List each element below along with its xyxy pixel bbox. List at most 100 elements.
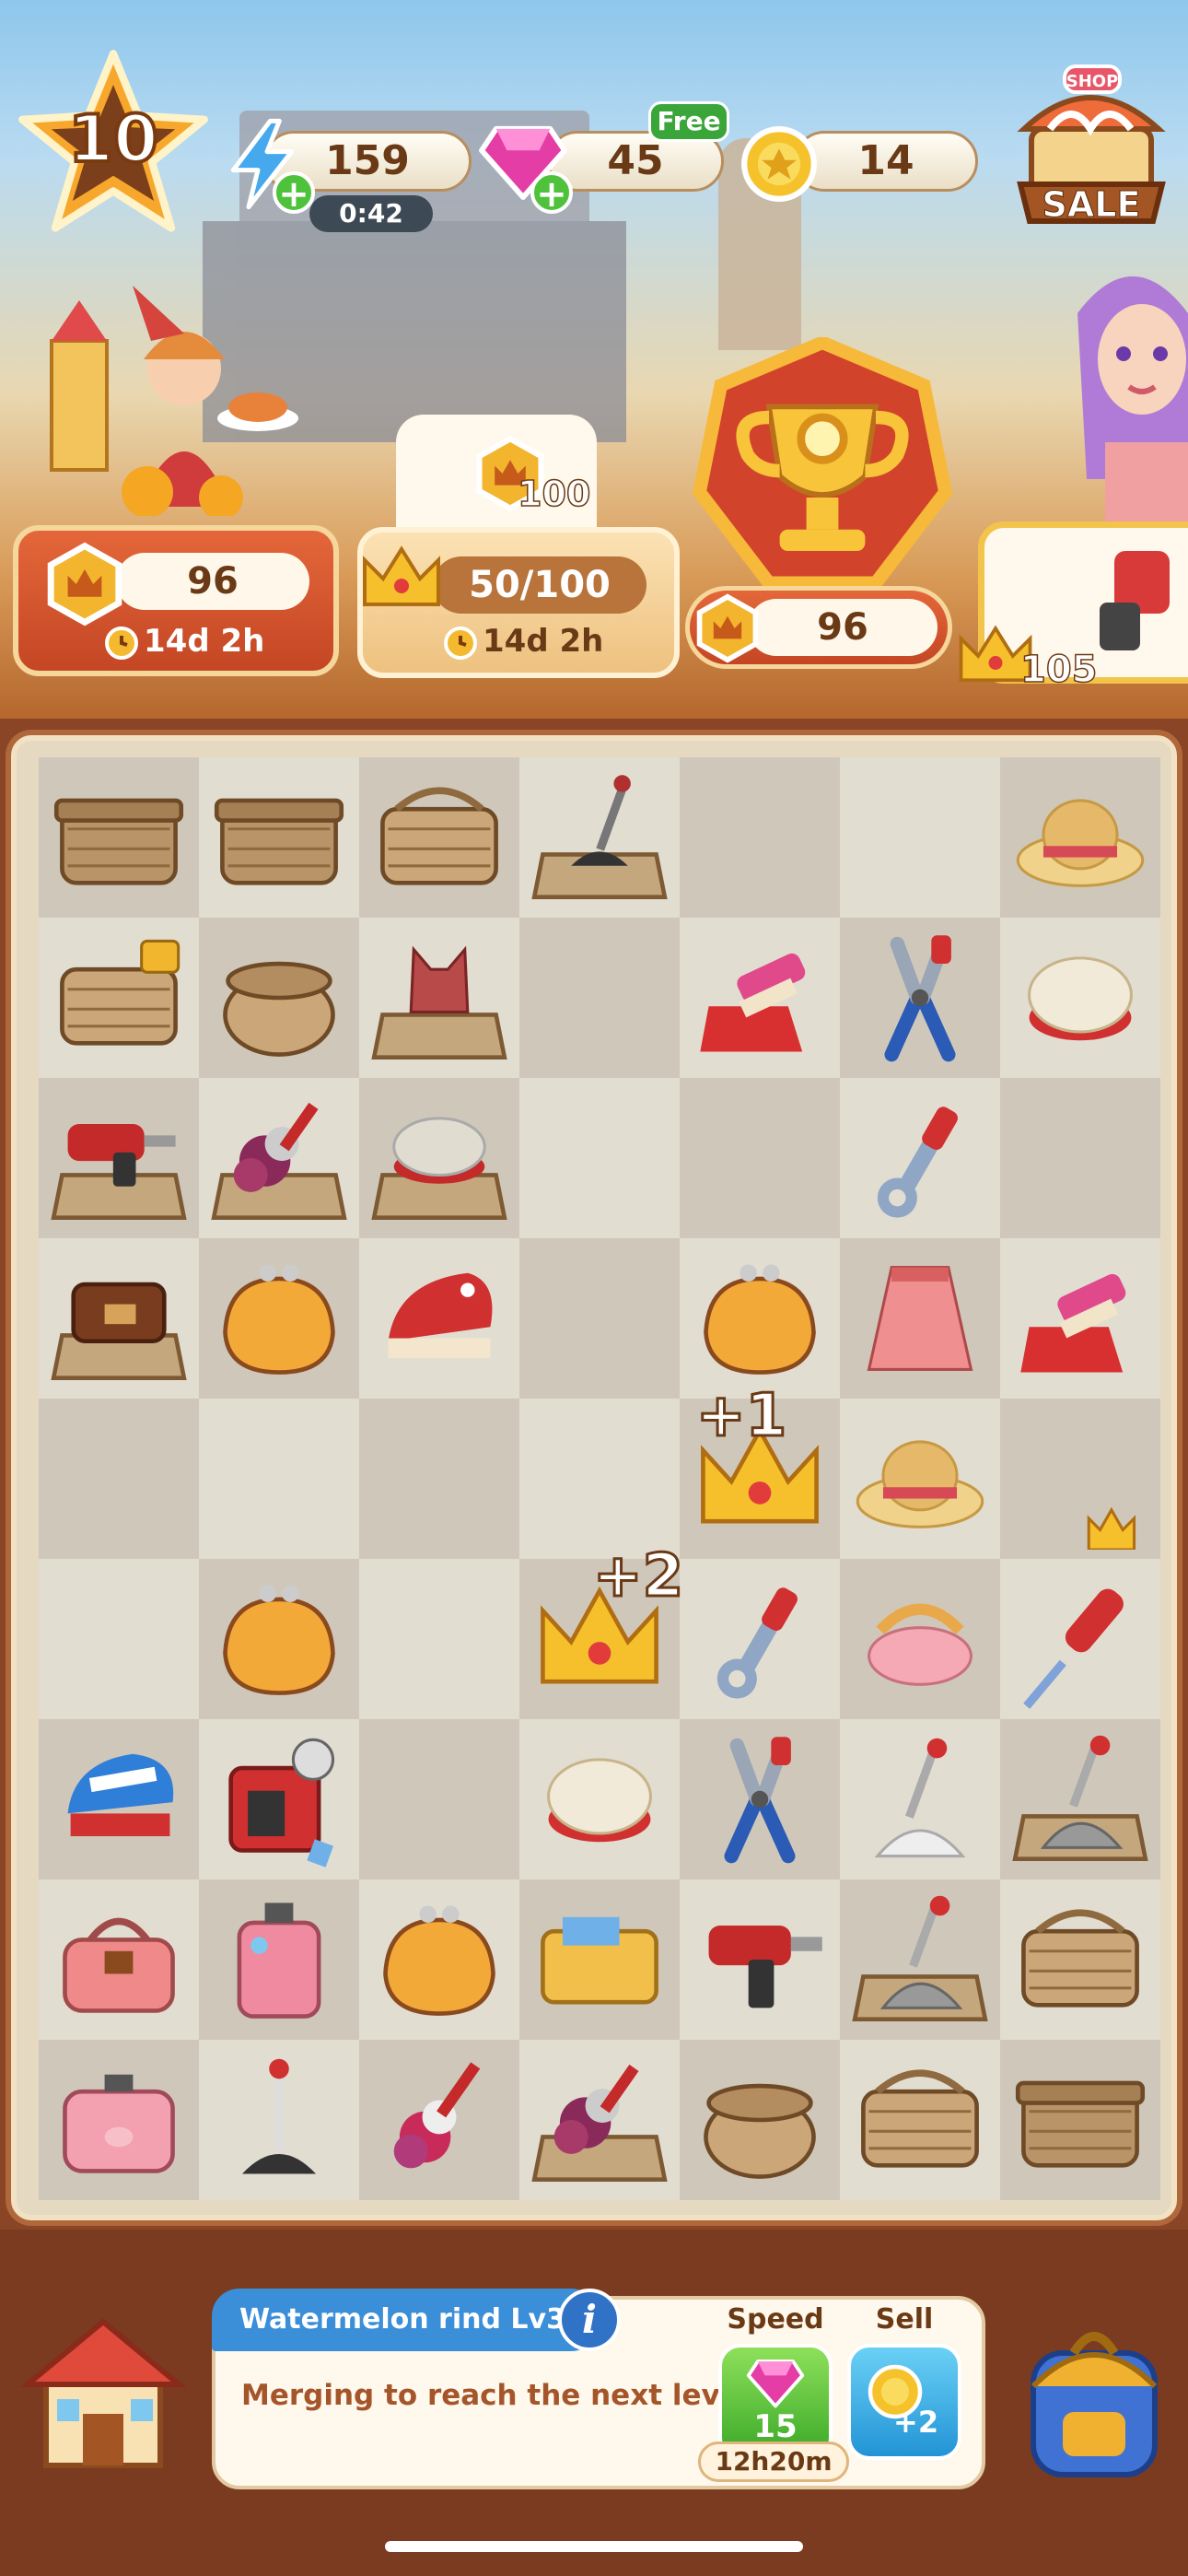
board-cell[interactable] [840,2040,1000,2200]
board-cell[interactable] [39,2040,199,2200]
board-cell[interactable] [519,1078,680,1238]
small-crown-icon[interactable] [1009,1408,1151,1550]
coin-purse-icon[interactable] [368,1889,510,2031]
coin-purse-icon[interactable] [689,1247,831,1389]
board-cell[interactable] [519,1879,680,2040]
wicker-basket-round-icon[interactable] [689,2049,831,2191]
board-cell[interactable] [680,1078,840,1238]
red-generator-icon[interactable] [208,1728,350,1870]
picnic-basket-closed-icon[interactable] [48,767,190,908]
board-cell[interactable] [680,1238,840,1399]
round-cake-icon[interactable] [1009,927,1151,1069]
board-cell[interactable] [1000,2040,1160,2200]
wicker-basket-icon[interactable] [849,2049,991,2191]
wrench-icon[interactable] [849,1087,991,1229]
power-drill-icon[interactable] [689,1889,831,2031]
swimsuit-on-mat-icon[interactable] [368,927,510,1069]
board-cell[interactable] [39,1719,199,1879]
board-cell[interactable] [39,1559,199,1719]
dustpan-brush-icon[interactable] [1009,1247,1151,1389]
power-drill-on-mat-icon[interactable] [48,1087,190,1229]
board-cell[interactable] [199,1559,359,1719]
board-cell[interactable] [519,918,680,1078]
wicker-basket-locked-icon[interactable] [48,927,190,1069]
board-cell[interactable] [680,1559,840,1719]
board-cell[interactable] [1000,1399,1160,1559]
board-cell[interactable] [1000,757,1160,918]
board-cell[interactable] [840,918,1000,1078]
mop-on-mat-icon[interactable] [849,1889,991,2031]
board-cell[interactable] [359,918,519,1078]
board-cell[interactable] [199,757,359,918]
add-gems-button[interactable]: + [530,171,573,214]
picnic-basket-closed-icon[interactable] [208,767,350,908]
straw-hat-icon[interactable] [849,1408,991,1550]
plunger-icon[interactable] [208,2049,350,2191]
board-cell[interactable] [359,1719,519,1879]
plunger-on-mat-icon[interactable] [529,767,670,908]
board-cell[interactable] [519,1719,680,1879]
board-cell[interactable] [359,1078,519,1238]
board-cell[interactable] [840,1879,1000,2040]
board-cell[interactable] [1000,1559,1160,1719]
board-cell[interactable] [680,1719,840,1879]
board-cell[interactable] [199,1879,359,2040]
board-cell[interactable] [199,1719,359,1879]
pink-suitcase-small-icon[interactable] [48,2049,190,2191]
board-cell[interactable] [359,1879,519,2040]
yellow-wallet-icon[interactable] [529,1889,670,2031]
board-cell[interactable] [840,1559,1000,1719]
home-indicator[interactable] [385,2541,803,2552]
board-cell[interactable] [1000,1879,1160,2040]
cake-on-mat-icon[interactable] [368,1087,510,1229]
wrench-icon[interactable] [689,1568,831,1710]
wicker-basket-icon[interactable] [1009,1889,1151,2031]
feather-duster-on-mat-icon[interactable] [208,1087,350,1229]
pliers-icon[interactable] [689,1728,831,1870]
board-cell[interactable] [680,918,840,1078]
board-cell[interactable] [39,1399,199,1559]
board-cell[interactable] [840,1238,1000,1399]
scrub-brush-icon[interactable] [368,1247,510,1389]
board-cell[interactable] [39,918,199,1078]
board-cell[interactable] [840,757,1000,918]
picnic-basket-closed-icon[interactable] [1009,2049,1151,2191]
board-cell[interactable] [519,1399,680,1559]
pink-suitcase-icon[interactable] [208,1889,350,2031]
coin-purse-icon[interactable] [208,1247,350,1389]
board-cell[interactable] [39,1078,199,1238]
board-cell[interactable] [519,1238,680,1399]
round-cake-icon[interactable] [529,1728,670,1870]
item-info-button[interactable]: i [558,2289,621,2351]
board-cell[interactable] [199,1078,359,1238]
trophy-icon[interactable] [689,337,956,604]
leather-bag-on-mat-icon[interactable] [48,1247,190,1389]
board-cell[interactable] [680,2040,840,2200]
board-cell[interactable] [39,1238,199,1399]
sell-button[interactable]: +2 [847,2344,961,2460]
wicker-basket-icon[interactable] [368,767,510,908]
board-cell[interactable] [359,1238,519,1399]
board-cell[interactable] [840,1078,1000,1238]
backpack-icon[interactable] [1011,2313,1177,2484]
wicker-basket-round-icon[interactable] [208,927,350,1069]
dustpan-brush-icon[interactable] [689,927,831,1069]
scrub-brush-blue-icon[interactable] [48,1728,190,1870]
pink-handbag-icon[interactable] [48,1889,190,2031]
straw-hat-icon[interactable] [1009,767,1151,908]
home-house-icon[interactable] [17,2311,192,2476]
board-cell[interactable] [199,1238,359,1399]
board-cell[interactable] [680,757,840,918]
pink-skirt-icon[interactable] [849,1247,991,1389]
board-cell[interactable] [199,2040,359,2200]
board-cell[interactable] [519,2040,680,2200]
board-cell[interactable] [1000,918,1160,1078]
add-energy-button[interactable]: + [273,171,315,214]
board-cell[interactable] [359,1399,519,1559]
free-gems-badge[interactable]: Free [648,101,729,142]
board-cell[interactable] [1000,1719,1160,1879]
board-cell[interactable] [680,1879,840,2040]
board-cell[interactable] [359,1559,519,1719]
feather-duster-on-mat-icon[interactable] [529,2049,670,2191]
mop-on-mat-icon[interactable] [1009,1728,1151,1870]
